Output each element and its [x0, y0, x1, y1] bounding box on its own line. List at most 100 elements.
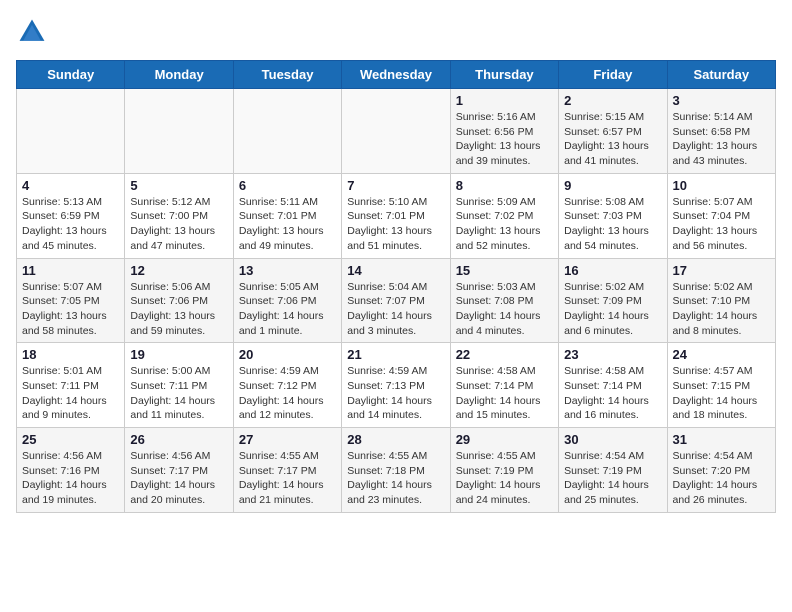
day-info: Sunrise: 4:58 AM Sunset: 7:14 PM Dayligh… — [564, 364, 661, 423]
day-info: Sunrise: 4:57 AM Sunset: 7:15 PM Dayligh… — [673, 364, 770, 423]
day-number: 28 — [347, 432, 444, 447]
logo-icon — [16, 16, 48, 48]
calendar-cell: 30 Sunrise: 4:54 AM Sunset: 7:19 PM Dayli… — [559, 428, 667, 513]
day-number: 6 — [239, 178, 336, 193]
calendar-week-row: 18 Sunrise: 5:01 AM Sunset: 7:11 PM Dayli… — [17, 343, 776, 428]
calendar-week-row: 25Sunrise: 4:56 AM Sunset: 7:16 PM Dayli… — [17, 428, 776, 513]
day-info: Sunrise: 5:07 AM Sunset: 7:04 PM Dayligh… — [673, 195, 770, 254]
calendar-cell: 11 Sunrise: 5:07 AM Sunset: 7:05 PM Dayli… — [17, 258, 125, 343]
calendar-cell: 26Sunrise: 4:56 AM Sunset: 7:17 PM Dayli… — [125, 428, 233, 513]
calendar-cell — [17, 89, 125, 174]
day-number: 16 — [564, 263, 661, 278]
calendar-cell: 13 Sunrise: 5:05 AM Sunset: 7:06 PM Dayli… — [233, 258, 341, 343]
day-info: Sunrise: 5:05 AM Sunset: 7:06 PM Dayligh… — [239, 280, 336, 339]
calendar-cell: 31 Sunrise: 4:54 AM Sunset: 7:20 PM Dayli… — [667, 428, 775, 513]
logo — [16, 16, 52, 48]
day-number: 19 — [130, 347, 227, 362]
calendar-cell: 5Sunrise: 5:12 AM Sunset: 7:00 PM Daylig… — [125, 173, 233, 258]
calendar-cell: 3 Sunrise: 5:14 AM Sunset: 6:58 PM Daylig… — [667, 89, 775, 174]
day-number: 5 — [130, 178, 227, 193]
calendar-cell — [125, 89, 233, 174]
day-number: 2 — [564, 93, 661, 108]
day-info: Sunrise: 5:02 AM Sunset: 7:09 PM Dayligh… — [564, 280, 661, 339]
day-info: Sunrise: 5:04 AM Sunset: 7:07 PM Dayligh… — [347, 280, 444, 339]
calendar-week-row: 4 Sunrise: 5:13 AM Sunset: 6:59 PM Daylig… — [17, 173, 776, 258]
day-number: 17 — [673, 263, 770, 278]
day-number: 7 — [347, 178, 444, 193]
calendar-cell: 24 Sunrise: 4:57 AM Sunset: 7:15 PM Dayli… — [667, 343, 775, 428]
calendar-cell: 23 Sunrise: 4:58 AM Sunset: 7:14 PM Dayli… — [559, 343, 667, 428]
calendar-cell — [342, 89, 450, 174]
calendar-cell: 21Sunrise: 4:59 AM Sunset: 7:13 PM Dayli… — [342, 343, 450, 428]
day-info: Sunrise: 5:10 AM Sunset: 7:01 PM Dayligh… — [347, 195, 444, 254]
day-number: 27 — [239, 432, 336, 447]
page-header — [16, 16, 776, 48]
day-number: 4 — [22, 178, 119, 193]
day-info: Sunrise: 4:55 AM Sunset: 7:17 PM Dayligh… — [239, 449, 336, 508]
calendar-cell: 28 Sunrise: 4:55 AM Sunset: 7:18 PM Dayli… — [342, 428, 450, 513]
calendar-cell: 10 Sunrise: 5:07 AM Sunset: 7:04 PM Dayli… — [667, 173, 775, 258]
day-header-friday: Friday — [559, 61, 667, 89]
calendar-cell: 22Sunrise: 4:58 AM Sunset: 7:14 PM Dayli… — [450, 343, 558, 428]
day-number: 13 — [239, 263, 336, 278]
day-number: 21 — [347, 347, 444, 362]
calendar-week-row: 11 Sunrise: 5:07 AM Sunset: 7:05 PM Dayli… — [17, 258, 776, 343]
calendar-cell: 19 Sunrise: 5:00 AM Sunset: 7:11 PM Dayli… — [125, 343, 233, 428]
calendar-cell: 18 Sunrise: 5:01 AM Sunset: 7:11 PM Dayli… — [17, 343, 125, 428]
day-info: Sunrise: 4:55 AM Sunset: 7:18 PM Dayligh… — [347, 449, 444, 508]
calendar-cell: 8Sunrise: 5:09 AM Sunset: 7:02 PM Daylig… — [450, 173, 558, 258]
day-header-tuesday: Tuesday — [233, 61, 341, 89]
day-info: Sunrise: 4:59 AM Sunset: 7:12 PM Dayligh… — [239, 364, 336, 423]
day-number: 23 — [564, 347, 661, 362]
day-info: Sunrise: 5:15 AM Sunset: 6:57 PM Dayligh… — [564, 110, 661, 169]
day-number: 31 — [673, 432, 770, 447]
day-info: Sunrise: 5:00 AM Sunset: 7:11 PM Dayligh… — [130, 364, 227, 423]
calendar-cell: 9 Sunrise: 5:08 AM Sunset: 7:03 PM Daylig… — [559, 173, 667, 258]
day-info: Sunrise: 5:03 AM Sunset: 7:08 PM Dayligh… — [456, 280, 553, 339]
calendar-table: SundayMondayTuesdayWednesdayThursdayFrid… — [16, 60, 776, 513]
day-info: Sunrise: 5:01 AM Sunset: 7:11 PM Dayligh… — [22, 364, 119, 423]
day-info: Sunrise: 4:55 AM Sunset: 7:19 PM Dayligh… — [456, 449, 553, 508]
day-number: 11 — [22, 263, 119, 278]
day-info: Sunrise: 4:56 AM Sunset: 7:16 PM Dayligh… — [22, 449, 119, 508]
day-number: 26 — [130, 432, 227, 447]
day-info: Sunrise: 5:11 AM Sunset: 7:01 PM Dayligh… — [239, 195, 336, 254]
calendar-cell: 14Sunrise: 5:04 AM Sunset: 7:07 PM Dayli… — [342, 258, 450, 343]
calendar-cell: 16 Sunrise: 5:02 AM Sunset: 7:09 PM Dayli… — [559, 258, 667, 343]
day-info: Sunrise: 4:54 AM Sunset: 7:19 PM Dayligh… — [564, 449, 661, 508]
day-number: 20 — [239, 347, 336, 362]
day-info: Sunrise: 5:07 AM Sunset: 7:05 PM Dayligh… — [22, 280, 119, 339]
day-info: Sunrise: 4:54 AM Sunset: 7:20 PM Dayligh… — [673, 449, 770, 508]
calendar-cell: 6 Sunrise: 5:11 AM Sunset: 7:01 PM Daylig… — [233, 173, 341, 258]
calendar-cell: 4 Sunrise: 5:13 AM Sunset: 6:59 PM Daylig… — [17, 173, 125, 258]
calendar-cell: 27 Sunrise: 4:55 AM Sunset: 7:17 PM Dayli… — [233, 428, 341, 513]
day-info: Sunrise: 5:02 AM Sunset: 7:10 PM Dayligh… — [673, 280, 770, 339]
calendar-header-row: SundayMondayTuesdayWednesdayThursdayFrid… — [17, 61, 776, 89]
day-info: Sunrise: 5:08 AM Sunset: 7:03 PM Dayligh… — [564, 195, 661, 254]
day-number: 10 — [673, 178, 770, 193]
day-number: 12 — [130, 263, 227, 278]
day-number: 3 — [673, 93, 770, 108]
day-info: Sunrise: 4:58 AM Sunset: 7:14 PM Dayligh… — [456, 364, 553, 423]
day-info: Sunrise: 5:14 AM Sunset: 6:58 PM Dayligh… — [673, 110, 770, 169]
day-header-monday: Monday — [125, 61, 233, 89]
calendar-cell: 29 Sunrise: 4:55 AM Sunset: 7:19 PM Dayli… — [450, 428, 558, 513]
calendar-cell: 15 Sunrise: 5:03 AM Sunset: 7:08 PM Dayli… — [450, 258, 558, 343]
day-number: 24 — [673, 347, 770, 362]
day-info: Sunrise: 5:16 AM Sunset: 6:56 PM Dayligh… — [456, 110, 553, 169]
calendar-cell: 2 Sunrise: 5:15 AM Sunset: 6:57 PM Daylig… — [559, 89, 667, 174]
day-info: Sunrise: 5:09 AM Sunset: 7:02 PM Dayligh… — [456, 195, 553, 254]
calendar-cell: 25Sunrise: 4:56 AM Sunset: 7:16 PM Dayli… — [17, 428, 125, 513]
day-number: 29 — [456, 432, 553, 447]
calendar-cell: 7 Sunrise: 5:10 AM Sunset: 7:01 PM Daylig… — [342, 173, 450, 258]
day-header-thursday: Thursday — [450, 61, 558, 89]
day-header-sunday: Sunday — [17, 61, 125, 89]
day-info: Sunrise: 5:13 AM Sunset: 6:59 PM Dayligh… — [22, 195, 119, 254]
day-number: 9 — [564, 178, 661, 193]
day-number: 18 — [22, 347, 119, 362]
calendar-cell: 20 Sunrise: 4:59 AM Sunset: 7:12 PM Dayli… — [233, 343, 341, 428]
day-number: 1 — [456, 93, 553, 108]
day-number: 30 — [564, 432, 661, 447]
day-number: 15 — [456, 263, 553, 278]
day-info: Sunrise: 5:06 AM Sunset: 7:06 PM Dayligh… — [130, 280, 227, 339]
